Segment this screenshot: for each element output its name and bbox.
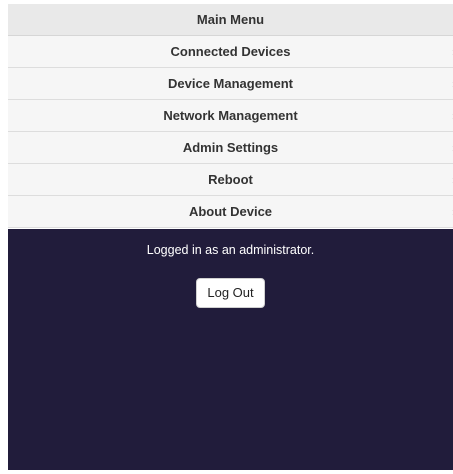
menu-item-device-management[interactable]: Device Management › bbox=[8, 68, 453, 100]
menu-item-label: Network Management bbox=[163, 108, 298, 123]
app-frame: Main Menu Connected Devices › Device Man… bbox=[8, 4, 453, 470]
menu-item-label: About Device bbox=[188, 204, 273, 219]
main-menu-title: Main Menu bbox=[8, 4, 453, 36]
logout-button[interactable]: Log Out bbox=[196, 278, 265, 308]
menu-item-connected-devices[interactable]: Connected Devices › bbox=[8, 36, 453, 68]
login-status-text: Logged in as an administrator. bbox=[146, 243, 315, 257]
menu-item-admin-settings[interactable]: Admin Settings › bbox=[8, 132, 453, 164]
account-panel: Logged in as an administrator. Log Out bbox=[8, 229, 453, 470]
menu-item-label: Admin Settings bbox=[182, 140, 279, 155]
menu-item-label: Device Management bbox=[168, 76, 293, 91]
menu-item-label: Connected Devices bbox=[170, 44, 291, 59]
menu-item-about-device[interactable]: About Device › bbox=[8, 196, 453, 228]
menu-item-network-management[interactable]: Network Management › bbox=[8, 100, 453, 132]
menu-item-label: Reboot bbox=[208, 172, 253, 187]
menu-item-reboot[interactable]: Reboot › bbox=[8, 164, 453, 196]
